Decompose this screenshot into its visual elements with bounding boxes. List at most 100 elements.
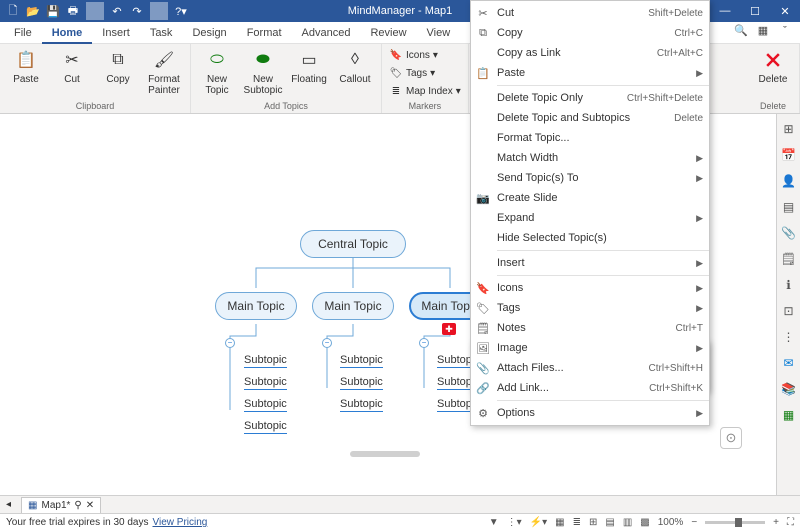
copy-button[interactable]: ⧉Copy bbox=[96, 46, 140, 98]
zoom-out-icon[interactable]: − bbox=[691, 517, 697, 528]
panel-calendar-icon[interactable]: 📅 bbox=[780, 146, 798, 164]
view-map-icon[interactable]: ▦ bbox=[555, 517, 564, 528]
new-topic-button[interactable]: ⬭New Topic bbox=[195, 46, 239, 98]
floating-button[interactable]: ▭Floating bbox=[287, 46, 331, 98]
callout-button[interactable]: ◊Callout bbox=[333, 46, 377, 98]
subtopic-node[interactable]: Subtopic bbox=[244, 420, 287, 434]
subtopic-node[interactable]: Subtopic bbox=[340, 354, 383, 368]
context-item-insert[interactable]: Insert▶ bbox=[471, 253, 709, 273]
maximize-button[interactable]: ☐ bbox=[740, 0, 770, 22]
context-item-hide-selected-topic-s[interactable]: Hide Selected Topic(s) bbox=[471, 228, 709, 248]
tab-insert[interactable]: Insert bbox=[92, 22, 140, 44]
panel-outlook-icon[interactable]: ✉ bbox=[780, 354, 798, 372]
qat-open-icon[interactable]: 📂 bbox=[24, 2, 42, 20]
context-item-delete-topic-only[interactable]: Delete Topic OnlyCtrl+Shift+Delete bbox=[471, 88, 709, 108]
document-tab[interactable]: ▦ Map1* ⚲ ✕ bbox=[21, 497, 101, 513]
tab-task[interactable]: Task bbox=[140, 22, 183, 44]
fit-map-icon[interactable]: ⛶ bbox=[787, 517, 794, 528]
tab-scroll-left[interactable]: ◂ bbox=[0, 499, 11, 510]
minimize-button[interactable]: — bbox=[710, 0, 740, 22]
tab-review[interactable]: Review bbox=[360, 22, 416, 44]
panel-tasks-icon[interactable]: ⊞ bbox=[780, 120, 798, 138]
doc-close-icon[interactable]: ✕ bbox=[86, 500, 94, 511]
tab-design[interactable]: Design bbox=[182, 22, 236, 44]
new-subtopic-button[interactable]: ⬬New Subtopic bbox=[241, 46, 285, 98]
central-topic-node[interactable]: Central Topic bbox=[300, 230, 406, 258]
qat-help-icon[interactable]: ?▾ bbox=[172, 2, 190, 20]
zoom-in-icon[interactable]: + bbox=[773, 517, 779, 528]
cut-button[interactable]: ✂Cut bbox=[50, 46, 94, 98]
expander-icon[interactable]: − bbox=[225, 338, 235, 348]
tab-format[interactable]: Format bbox=[237, 22, 292, 44]
subtopic-node[interactable]: Subtopic bbox=[340, 376, 383, 390]
power-filter-icon[interactable]: ⚡▾ bbox=[530, 517, 547, 528]
context-item-tags[interactable]: 🏷Tags▶ bbox=[471, 298, 709, 318]
expander-icon[interactable]: − bbox=[322, 338, 332, 348]
qat-redo-icon[interactable]: ↷ bbox=[128, 2, 146, 20]
view-icon-icon[interactable]: ▥ bbox=[623, 517, 632, 528]
submenu-arrow-icon: ▶ bbox=[696, 213, 703, 224]
zoom-slider[interactable] bbox=[705, 521, 765, 524]
format-painter-button[interactable]: 🖌Format Painter bbox=[142, 46, 186, 98]
context-item-copy-as-link[interactable]: Copy as LinkCtrl+Alt+C bbox=[471, 43, 709, 63]
view-outline-icon[interactable]: ≣ bbox=[573, 517, 581, 528]
grid-icon[interactable]: ▦ bbox=[754, 22, 772, 40]
paste-button[interactable]: 📋Paste bbox=[4, 46, 48, 98]
filter-icon[interactable]: ▼ bbox=[489, 517, 499, 528]
expander-icon[interactable]: − bbox=[419, 338, 429, 348]
panel-info-icon[interactable]: ℹ bbox=[780, 276, 798, 294]
context-item-image[interactable]: 🖼Image▶ bbox=[471, 338, 709, 358]
status-menu-icon[interactable]: ⋮▾ bbox=[507, 517, 522, 528]
view-schedule-icon[interactable]: ▤ bbox=[605, 517, 614, 528]
context-item-delete-topic-and-subtopics[interactable]: Delete Topic and SubtopicsDelete bbox=[471, 108, 709, 128]
panel-resources-icon[interactable]: ▤ bbox=[780, 198, 798, 216]
collapse-ribbon-icon[interactable]: ˇ bbox=[776, 22, 794, 40]
context-item-paste[interactable]: 📋Paste▶ bbox=[471, 63, 709, 83]
context-item-send-topic-s-to[interactable]: Send Topic(s) To▶ bbox=[471, 168, 709, 188]
context-item-match-width[interactable]: Match Width▶ bbox=[471, 148, 709, 168]
context-item-cut[interactable]: ✂CutShift+Delete bbox=[471, 3, 709, 23]
context-item-options[interactable]: ⚙Options▶ bbox=[471, 403, 709, 423]
search-icon[interactable]: 🔍 bbox=[732, 22, 750, 40]
map-index-button[interactable]: ≣Map Index ▾ bbox=[386, 82, 464, 100]
close-button[interactable]: ✕ bbox=[770, 0, 800, 22]
panel-attachments-icon[interactable]: 📎 bbox=[780, 224, 798, 242]
tab-advanced[interactable]: Advanced bbox=[292, 22, 361, 44]
view-tag-icon[interactable]: ▩ bbox=[640, 517, 649, 528]
delete-button[interactable]: Delete bbox=[751, 46, 795, 87]
tab-file[interactable]: File bbox=[4, 22, 42, 44]
qat-undo-icon[interactable]: ↶ bbox=[108, 2, 126, 20]
main-topic-node[interactable]: Main Topic bbox=[312, 292, 394, 320]
context-item-attach-files[interactable]: 📎Attach Files...Ctrl+Shift+H bbox=[471, 358, 709, 378]
subtopic-node[interactable]: Subtopic bbox=[244, 398, 287, 412]
locate-icon[interactable]: ⊙ bbox=[720, 427, 742, 449]
qat-print-icon[interactable]: 🖶 bbox=[64, 2, 82, 20]
horizontal-scrollbar[interactable] bbox=[350, 451, 420, 457]
tab-view[interactable]: View bbox=[417, 22, 461, 44]
panel-people-icon[interactable]: 👤 bbox=[780, 172, 798, 190]
view-gantt-icon[interactable]: ⊞ bbox=[589, 517, 597, 528]
context-item-icons[interactable]: 🔖Icons▶ bbox=[471, 278, 709, 298]
subtopic-node[interactable]: Subtopic bbox=[244, 354, 287, 368]
panel-browser-icon[interactable]: ⊡ bbox=[780, 302, 798, 320]
icons-button[interactable]: 🔖Icons ▾ bbox=[386, 46, 464, 64]
main-topic-node[interactable]: Main Topic bbox=[215, 292, 297, 320]
qat-new-icon[interactable]: 🗋 bbox=[4, 2, 22, 20]
panel-library-icon[interactable]: 📚 bbox=[780, 380, 798, 398]
panel-excel-icon[interactable]: ▦ bbox=[780, 406, 798, 424]
doc-pin-icon[interactable]: ⚲ bbox=[74, 500, 81, 511]
qat-save-icon[interactable]: 💾 bbox=[44, 2, 62, 20]
context-item-notes[interactable]: 🗒NotesCtrl+T bbox=[471, 318, 709, 338]
context-item-create-slide[interactable]: 📷Create Slide bbox=[471, 188, 709, 208]
tab-home[interactable]: Home bbox=[42, 22, 93, 44]
subtopic-node[interactable]: Subtopic bbox=[244, 376, 287, 390]
panel-notes-icon[interactable]: 🗒 bbox=[780, 250, 798, 268]
context-item-expand[interactable]: Expand▶ bbox=[471, 208, 709, 228]
panel-gantt-icon[interactable]: ⋮ bbox=[780, 328, 798, 346]
context-item-format-topic[interactable]: Format Topic... bbox=[471, 128, 709, 148]
subtopic-node[interactable]: Subtopic bbox=[340, 398, 383, 412]
context-item-copy[interactable]: ⧉CopyCtrl+C bbox=[471, 23, 709, 43]
tags-button[interactable]: 🏷Tags ▾ bbox=[386, 64, 464, 82]
context-item-add-link[interactable]: 🔗Add Link...Ctrl+Shift+K bbox=[471, 378, 709, 398]
view-pricing-link[interactable]: View Pricing bbox=[153, 517, 208, 528]
